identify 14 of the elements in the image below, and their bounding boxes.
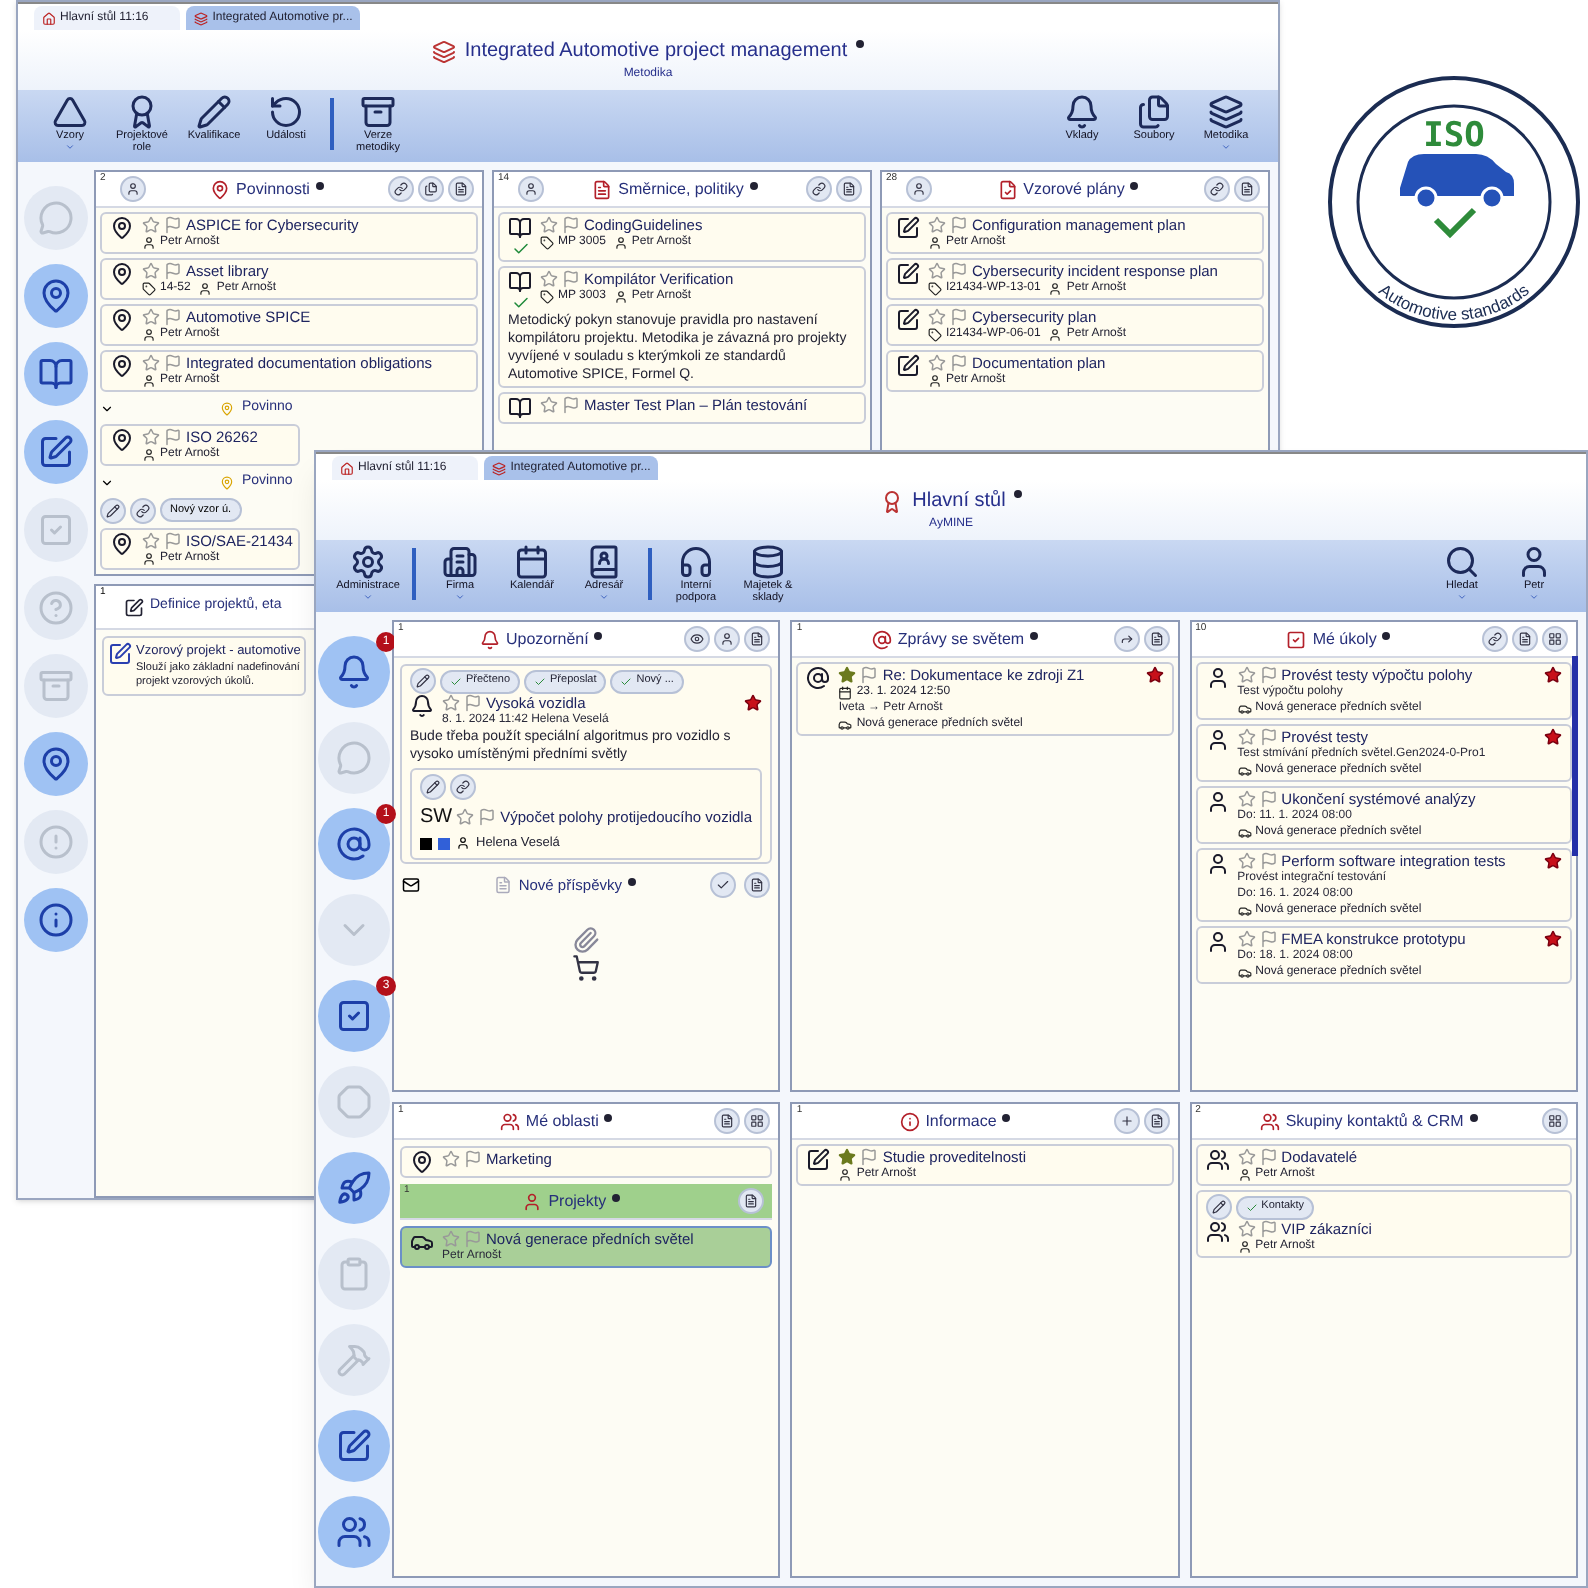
panel-title: Mé úkoly [1312, 627, 1377, 651]
panel-title: Vzorové plány [1023, 177, 1125, 201]
panel-title: Informace [925, 1109, 997, 1133]
panel-title: Upozornění [505, 627, 589, 651]
panel-title: Směrnice, politiky [618, 177, 744, 201]
panel-title: Povinnosti [236, 177, 310, 201]
window-title: Hlavní stůl [912, 488, 1006, 516]
panel-title: Mé oblasti [525, 1109, 599, 1133]
item-prefix: SW [420, 804, 453, 832]
panel-title: Skupiny kontaktů & CRM [1285, 1109, 1464, 1133]
window-title: Integrated Automotive project management [464, 38, 848, 66]
panel-title: Zprávy se světem [897, 627, 1025, 651]
logo-title: ISO [1423, 116, 1485, 156]
panel-title: Projekty [548, 1189, 607, 1213]
